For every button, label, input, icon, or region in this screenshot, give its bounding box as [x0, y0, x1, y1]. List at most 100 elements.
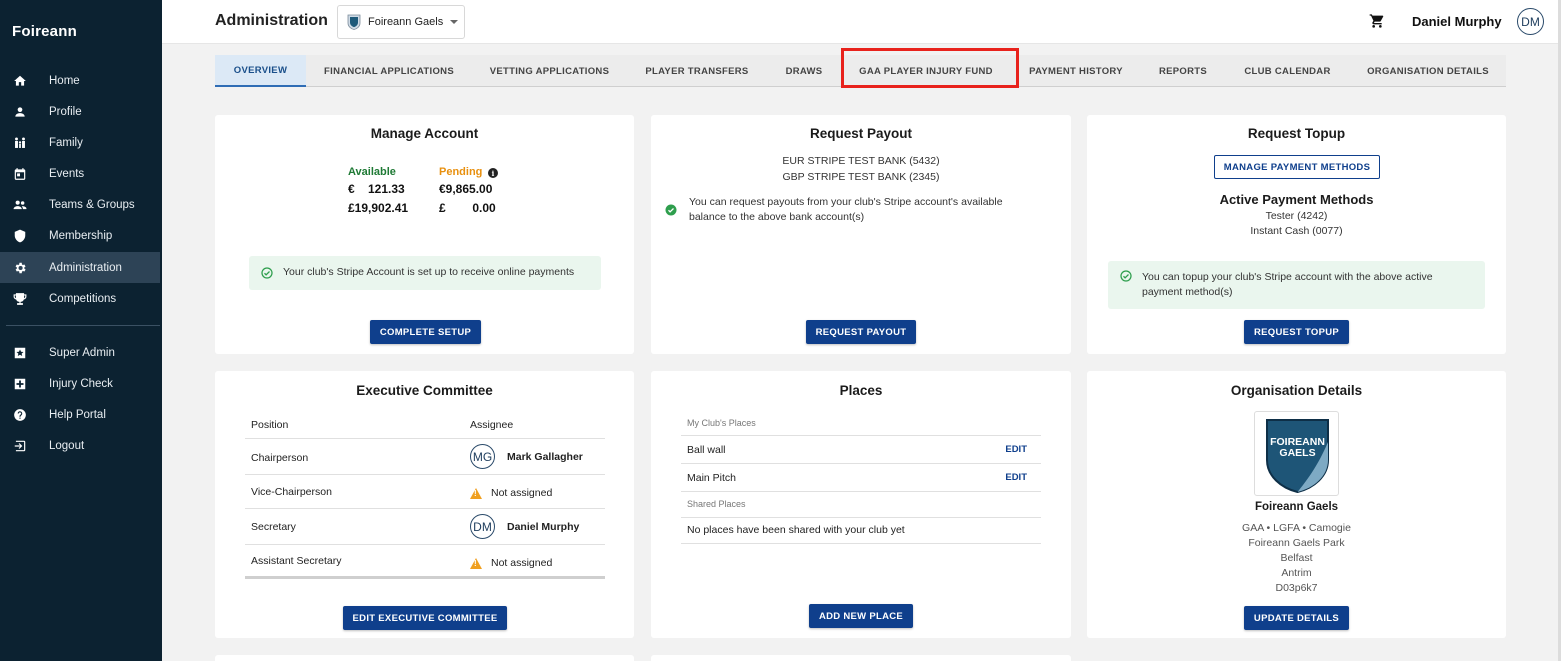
pending-label: Pending: [439, 166, 483, 178]
complete-setup-button[interactable]: COMPLETE SETUP: [370, 320, 481, 344]
tab-overview[interactable]: OVERVIEW: [215, 55, 306, 87]
sidebar-item-logout[interactable]: Logout: [0, 430, 160, 461]
sidebar-item-injury-check[interactable]: Injury Check: [0, 368, 160, 399]
available-label: Available: [348, 166, 396, 178]
sidebar-divider: [6, 325, 160, 326]
add-new-place-button[interactable]: ADD NEW PLACE: [809, 604, 913, 628]
edit-executive-committee-button[interactable]: EDIT EXECUTIVE COMMITTEE: [343, 606, 507, 630]
position-name: Vice-Chairperson: [251, 486, 332, 498]
medical-cross-icon: [12, 376, 28, 392]
sidebar-item-label: Administration: [49, 261, 122, 274]
section-header: My Club's Places: [681, 415, 1041, 436]
admin-tabs: OVERVIEW FINANCIAL APPLICATIONS VETTING …: [215, 55, 1506, 87]
organisation-codes: GAA • LGFA • Camogie: [1242, 522, 1351, 534]
avatar: MG: [470, 444, 495, 469]
super-admin-icon: [12, 345, 28, 361]
sidebar-item-label: Membership: [49, 229, 113, 242]
position-name: Chairperson: [251, 452, 309, 464]
sidebar-item-teams-groups[interactable]: Teams & Groups: [0, 189, 160, 220]
group-icon: [12, 197, 28, 213]
assignee-name: Daniel Murphy: [507, 520, 580, 533]
sidebar-item-home[interactable]: Home: [0, 65, 160, 96]
request-payout-card: Request Payout EUR STRIPE TEST BANK (543…: [651, 115, 1071, 354]
card-title: Request Payout: [809, 126, 913, 141]
next-card: [651, 655, 1071, 661]
section-header: Shared Places: [681, 492, 1041, 518]
sidebar-item-membership[interactable]: Membership: [0, 220, 160, 251]
tab-draws[interactable]: DRAWS: [767, 55, 841, 87]
calendar-icon: [12, 166, 28, 182]
update-details-button[interactable]: UPDATE DETAILS: [1244, 606, 1349, 630]
sidebar-item-label: Competitions: [49, 292, 117, 305]
card-title: Places: [839, 383, 883, 398]
position-name: Assistant Secretary: [251, 555, 342, 567]
request-topup-card: Request Topup MANAGE PAYMENT METHODS Act…: [1087, 115, 1506, 354]
edit-place-button[interactable]: EDIT: [1005, 444, 1027, 455]
request-topup-button[interactable]: REQUEST TOPUP: [1244, 320, 1349, 344]
club-crest-icon: [347, 14, 361, 30]
list-item: Ball wall EDIT: [681, 436, 1041, 464]
logout-icon: [12, 438, 28, 454]
edit-place-button[interactable]: EDIT: [1005, 472, 1027, 483]
sidebar-item-label: Events: [49, 167, 85, 180]
sidebar-item-events[interactable]: Events: [0, 158, 160, 189]
assignee-name: Mark Gallagher: [507, 450, 583, 463]
organisation-eircode: D03p6k7: [1275, 582, 1318, 594]
page-title: Administration: [215, 12, 328, 29]
card-title: Organisation Details: [1230, 383, 1363, 398]
sidebar-item-administration[interactable]: Administration: [0, 252, 160, 283]
tab-player-transfers[interactable]: PLAYER TRANSFERS: [627, 55, 767, 87]
check-circle-icon: [261, 267, 273, 279]
bank-account: EUR STRIPE TEST BANK (5432): [782, 155, 940, 167]
tab-organisation-details[interactable]: ORGANISATION DETAILS: [1350, 55, 1506, 87]
sidebar-item-family[interactable]: Family: [0, 127, 160, 158]
shopping-cart-icon[interactable]: [1369, 13, 1385, 29]
card-title: Executive Committee: [356, 383, 493, 398]
check-circle-filled-icon: [665, 204, 677, 216]
info-icon[interactable]: i: [488, 168, 498, 178]
tab-vetting-applications[interactable]: VETTING APPLICATIONS: [472, 55, 627, 87]
tab-reports[interactable]: REPORTS: [1141, 55, 1225, 87]
table-header: Position Assignee: [245, 415, 605, 439]
home-icon: [12, 73, 28, 89]
help-icon: [12, 407, 28, 423]
club-crest-icon: FOIREANN GAELS: [1266, 419, 1329, 494]
brand-logo[interactable]: Foireann: [12, 23, 77, 40]
trophy-icon: [12, 291, 28, 307]
card-title: Request Topup: [1247, 126, 1346, 141]
warning-icon: [470, 487, 482, 499]
place-name: Ball wall: [687, 444, 726, 456]
person-icon: [12, 104, 28, 120]
manage-payment-methods-button[interactable]: MANAGE PAYMENT METHODS: [1214, 155, 1380, 179]
tab-club-calendar[interactable]: CLUB CALENDAR: [1225, 55, 1350, 87]
main-content: Administration Foireann Gaels Daniel Mur…: [162, 0, 1561, 661]
sidebar-item-help-portal[interactable]: Help Portal: [0, 399, 160, 430]
organisation-select[interactable]: Foireann Gaels: [337, 5, 465, 39]
shield-icon: [12, 228, 28, 244]
sidebar-item-label: Family: [49, 136, 83, 149]
sidebar-item-label: Home: [49, 74, 80, 87]
user-avatar[interactable]: DM: [1517, 8, 1544, 35]
payment-method: Instant Cash (0077): [1250, 225, 1343, 237]
organisation-select-value: Foireann Gaels: [368, 16, 444, 28]
manage-account-card: Manage Account Available Pending i € 121…: [215, 115, 634, 354]
tab-financial-applications[interactable]: FINANCIAL APPLICATIONS: [306, 55, 472, 87]
tab-payment-history[interactable]: PAYMENT HISTORY: [1011, 55, 1141, 87]
available-eur: € 121.33: [348, 182, 405, 196]
sidebar-item-competitions[interactable]: Competitions: [0, 283, 160, 314]
request-payout-button[interactable]: REQUEST PAYOUT: [806, 320, 916, 344]
place-name: Main Pitch: [687, 472, 737, 484]
organisation-name: Foireann Gaels: [1254, 501, 1339, 513]
pending-eur: €9,865.00: [439, 182, 493, 196]
organisation-details-card: Organisation Details FOIREANN GAELS Foir…: [1087, 371, 1506, 638]
family-icon: [12, 135, 28, 151]
tab-gaa-player-injury-fund[interactable]: GAA PLAYER INJURY FUND: [841, 55, 1011, 87]
table-row: Chairperson MG Mark Gallagher: [245, 439, 605, 475]
organisation-ground: Foireann Gaels Park: [1248, 537, 1345, 549]
next-card: [215, 655, 634, 661]
sidebar-item-super-admin[interactable]: Super Admin: [0, 337, 160, 368]
sidebar-item-profile[interactable]: Profile: [0, 96, 160, 127]
warning-icon: [470, 557, 482, 569]
assignee-name: Not assigned: [491, 487, 553, 499]
user-name[interactable]: Daniel Murphy: [1412, 14, 1502, 29]
